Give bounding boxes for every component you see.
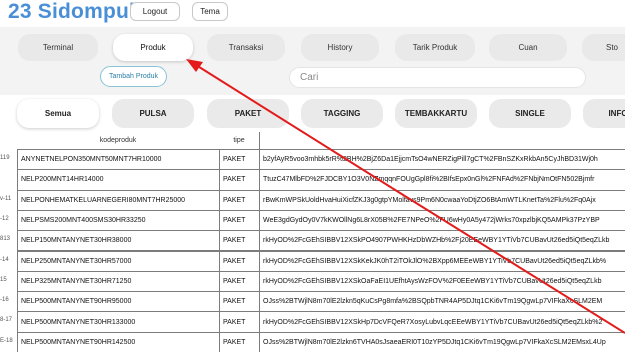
table-header: kodeproduk tipe (0, 132, 625, 149)
cell-tipe: PAKET (219, 189, 259, 211)
table-row[interactable]: 813 NELP150MNTANYNET30HR38000 PAKET rkHyOD%… (0, 230, 625, 252)
cell-kodeproduk: NELPSMS200MNT400SMS30HR33250 (17, 209, 219, 232)
cell-tipe: PAKET (219, 149, 259, 171)
row-index-label: 8-17 (0, 317, 13, 324)
category-tab-single[interactable]: SINGLE (489, 99, 571, 128)
search-input[interactable]: Cari (289, 67, 586, 88)
column-header-kodeproduk[interactable]: kodeproduk (17, 132, 219, 149)
logout-button[interactable]: Logout (130, 2, 180, 21)
cell-tipe: PAKET (219, 250, 259, 272)
tema-button[interactable]: Tema (192, 2, 228, 21)
tab-tarik-produk[interactable]: Tarik Produk (395, 34, 475, 61)
cell-data: TtuzC47MlbFD%2FJDCBY1O3V0NZmqqnFOUgGpl8f… (259, 169, 625, 191)
row-index-label: 119 (0, 155, 10, 161)
cell-kodeproduk: ANYNETNELPON350MNT50MNT7HR10000 (17, 149, 219, 171)
table-row[interactable]: E-18 NELP500MNTANYNET90HR142500 PAKET OJss%… (0, 331, 625, 352)
category-tab-pulsa[interactable]: PULSA (112, 99, 194, 128)
cell-kodeproduk: NELP250MNTANYNET30HR57000 (17, 250, 219, 272)
cell-kodeproduk: NELP500MNTANYNET90HR95000 (17, 291, 219, 313)
cell-data: WeE3gdGydOy0V7kKWOllNg6L8rX05B%2FE7NPeO%… (259, 209, 625, 232)
cell-tipe: PAKET (219, 169, 259, 191)
cell-data: rBwKmWPSkUoldHvaHuiXicfZKJ3g0gtpYMolfavs… (259, 189, 625, 211)
cell-kodeproduk: NELP500MNTANYNET30HR133000 (17, 311, 219, 333)
cell-tipe: PAKET (219, 291, 259, 313)
category-tab-semua[interactable]: Semua (17, 99, 99, 128)
cell-tipe: PAKET (219, 230, 259, 252)
cell-data: OJss%2BTWjlN8m70lE2lzkn5qKuCsPg8mfa%2BSQ… (259, 291, 625, 313)
tab-terminal[interactable]: Terminal (18, 34, 98, 61)
table-row[interactable]: 119 ANYNETNELPON350MNT50MNT7HR10000 PAKET b… (0, 149, 625, 171)
category-tab-tagging[interactable]: TAGGING (301, 99, 383, 128)
tab-cuan[interactable]: Cuan (489, 34, 567, 61)
cell-kodeproduk: NELP500MNTANYNET90HR142500 (17, 331, 219, 352)
table-row[interactable]: -16 NELP500MNTANYNET90HR95000 PAKET OJss%2B… (0, 291, 625, 313)
row-index-label: -14 (0, 256, 9, 263)
cell-data: OJss%2BTWjlN8m70lE2lzkn6TVHA0sJsaeaERI0T… (259, 331, 625, 352)
category-tab-info[interactable]: INFO (583, 99, 625, 128)
tab-transaksi[interactable]: Transaksi (207, 34, 285, 61)
cell-tipe: PAKET (219, 270, 259, 293)
table-row[interactable]: -12 NELPSMS200MNT400SMS30HR33250 PAKET WeE3… (0, 209, 625, 232)
cell-kodeproduk: NELPONHEMATKELUARNEGERI80MNT7HR25000 (17, 189, 219, 211)
table-row[interactable]: v-11 NELPONHEMATKELUARNEGERI80MNT7HR25000… (0, 189, 625, 211)
table-row[interactable]: 15 NELP325MNTANYNET30HR71250 PAKET rkHyOD%2… (0, 270, 625, 293)
app-title: 23 Sidompul (8, 0, 136, 23)
row-index-label: -12 (0, 215, 9, 222)
cell-data: rkHyOD%2FcGEhSIBBV12XSkKekJK0hT2iTOkJlO%… (259, 250, 625, 272)
cell-kodeproduk: NELP325MNTANYNET30HR71250 (17, 270, 219, 293)
table-row[interactable]: 8-17 NELP500MNTANYNET30HR133000 PAKET rkHyO… (0, 311, 625, 333)
category-tab-paket[interactable]: PAKET (207, 99, 289, 128)
table-row[interactable]: -14 NELP250MNTANYNET30HR57000 PAKET rkHyOD%… (0, 250, 625, 272)
cell-kodeproduk: NELP150MNTANYNET30HR38000 (17, 230, 219, 252)
cell-data: rkHyOD%2FcGEhSIBBV12XSkHp7DcVFQeR7XosyLu… (259, 311, 625, 333)
cell-data: b2yfAyR5voo3mhbk5rR%2BH%2BjZ6Da1EjjcmTsO… (259, 149, 625, 171)
column-header-data[interactable] (259, 132, 625, 149)
cell-data: rkHyOD%2FcGEhSIBBV12XSkOaFaEI1UEfhtAysWz… (259, 270, 625, 293)
cell-tipe: PAKET (219, 311, 259, 333)
category-tab-tembakkartu[interactable]: TEMBAKKARTU (395, 99, 477, 128)
tab-produk[interactable]: Produk (113, 34, 193, 61)
row-index-label: E-18 (0, 337, 13, 344)
cell-tipe: PAKET (219, 331, 259, 352)
table-row[interactable]: NELP200MNT14HR14000 PAKET TtuzC47MlbFD%2FJ… (0, 169, 625, 191)
cell-kodeproduk: NELP200MNT14HR14000 (17, 169, 219, 191)
row-index-label: v-11 (0, 195, 12, 202)
tab-history[interactable]: History (301, 34, 379, 61)
row-index-label: -16 (0, 297, 9, 304)
column-header-tipe[interactable]: tipe (219, 132, 259, 149)
cell-tipe: PAKET (219, 209, 259, 232)
row-index-label: 813 (0, 236, 11, 243)
add-product-button[interactable]: Tambah Produk (100, 66, 167, 87)
cell-data: rkHyOD%2FcGEhSIBBV12XSkPO4907PWHKHzDbWZH… (259, 230, 625, 252)
tab-sto[interactable]: Sto (582, 34, 625, 61)
row-index-label: 15 (0, 276, 7, 283)
product-table: kodeproduk tipe 119 ANYNETNELPON350MNT50M… (0, 132, 625, 352)
